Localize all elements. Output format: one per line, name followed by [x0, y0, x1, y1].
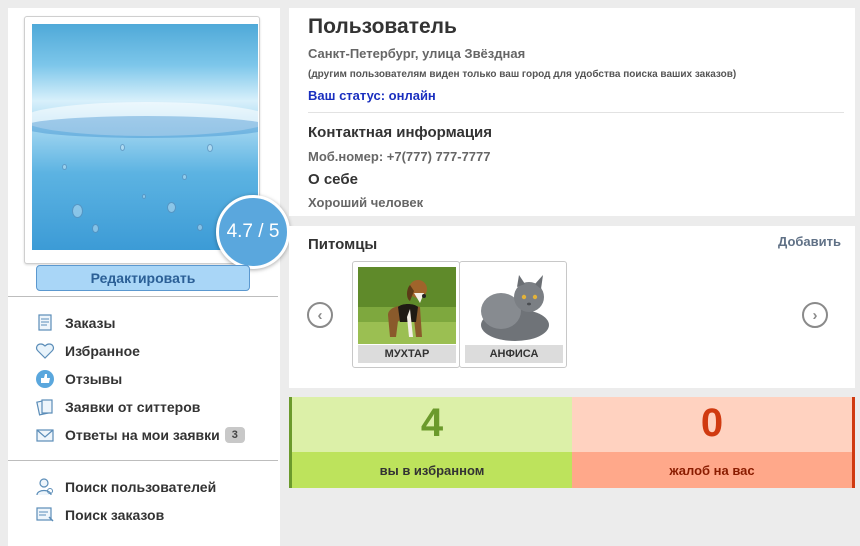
sidebar-divider — [8, 460, 278, 461]
pets-panel: Питомцы Добавить ‹ МУХТАР АНФИСА › — [289, 226, 855, 388]
chevron-right-icon: › — [812, 306, 818, 324]
sidebar-item-user-search[interactable]: Поиск пользователей — [34, 476, 216, 498]
sidebar-divider — [8, 296, 278, 297]
profile-panel: Пользователь Санкт-Петербург, улица Звёз… — [289, 8, 855, 216]
add-pet-link[interactable]: Добавить — [778, 234, 841, 249]
contact-phone: Моб.номер: +7(777) 777-7777 — [308, 149, 491, 164]
pet-card-dog[interactable]: МУХТАР — [352, 261, 460, 368]
sidebar-item-label: Заказы — [65, 315, 116, 331]
sidebar-item-reviews[interactable]: Отзывы — [34, 368, 122, 390]
orders-icon — [34, 312, 56, 334]
thumbs-up-icon — [34, 368, 56, 390]
contact-heading: Контактная информация — [308, 124, 493, 141]
about-heading: О себе — [308, 171, 358, 188]
sidebar-item-label: Поиск пользователей — [65, 479, 217, 495]
pet-name: МУХТАР — [358, 345, 456, 363]
user-search-icon — [34, 476, 56, 498]
heart-icon — [34, 340, 56, 362]
replies-count-badge: 3 — [224, 427, 245, 443]
pets-next-button[interactable]: › — [802, 302, 828, 328]
profile-divider — [308, 112, 844, 113]
avatar[interactable]: 4.7 / 5 — [24, 16, 290, 269]
edit-profile-button[interactable]: Редактировать — [36, 265, 250, 291]
complaints-count: 0 — [700, 401, 724, 445]
requests-icon — [34, 396, 56, 418]
rating-badge: 4.7 / 5 — [216, 195, 290, 269]
sidebar-item-label: Ответы на мои заявки — [65, 427, 220, 443]
complaints-stat[interactable]: 0 жалоб на вас — [572, 397, 855, 488]
sidebar: 4.7 / 5 Редактировать Заказы Избранное О… — [8, 8, 290, 546]
user-address: Санкт-Петербург, улица Звёздная — [308, 46, 526, 61]
pet-name: АНФИСА — [465, 345, 563, 363]
complaints-label: жалоб на вас — [572, 452, 852, 488]
order-search-icon — [34, 504, 56, 526]
stats-panel: 4 вы в избранном 0 жалоб на вас — [289, 397, 855, 488]
pets-prev-button[interactable]: ‹ — [307, 302, 333, 328]
sidebar-item-label: Поиск заказов — [65, 507, 165, 523]
sidebar-item-favorites[interactable]: Избранное — [34, 340, 140, 362]
address-note: (другим пользователям виден только ваш г… — [308, 69, 737, 80]
sidebar-item-orders[interactable]: Заказы — [34, 312, 115, 334]
pets-title: Питомцы — [308, 236, 378, 253]
about-text: Хороший человек — [308, 195, 424, 210]
pet-photo-dog — [358, 267, 456, 344]
pet-card-cat[interactable]: АНФИСА — [459, 261, 567, 368]
sidebar-item-order-search[interactable]: Поиск заказов — [34, 504, 164, 526]
sidebar-item-label: Избранное — [65, 343, 140, 359]
mail-icon — [34, 424, 56, 446]
favorites-count: 4 — [420, 401, 444, 445]
pet-photo-cat — [465, 267, 563, 344]
sidebar-item-label: Отзывы — [65, 371, 123, 387]
online-status: Ваш статус: онлайн — [308, 88, 436, 103]
sidebar-item-sitter-requests[interactable]: Заявки от ситтеров — [34, 396, 200, 418]
sidebar-item-label: Заявки от ситтеров — [65, 399, 201, 415]
favorites-stat[interactable]: 4 вы в избранном — [289, 397, 572, 488]
chevron-left-icon: ‹ — [317, 306, 323, 324]
user-name: Пользователь — [308, 15, 457, 38]
favorites-label: вы в избранном — [292, 452, 572, 488]
sidebar-item-replies[interactable]: Ответы на мои заявки 3 — [34, 424, 245, 446]
